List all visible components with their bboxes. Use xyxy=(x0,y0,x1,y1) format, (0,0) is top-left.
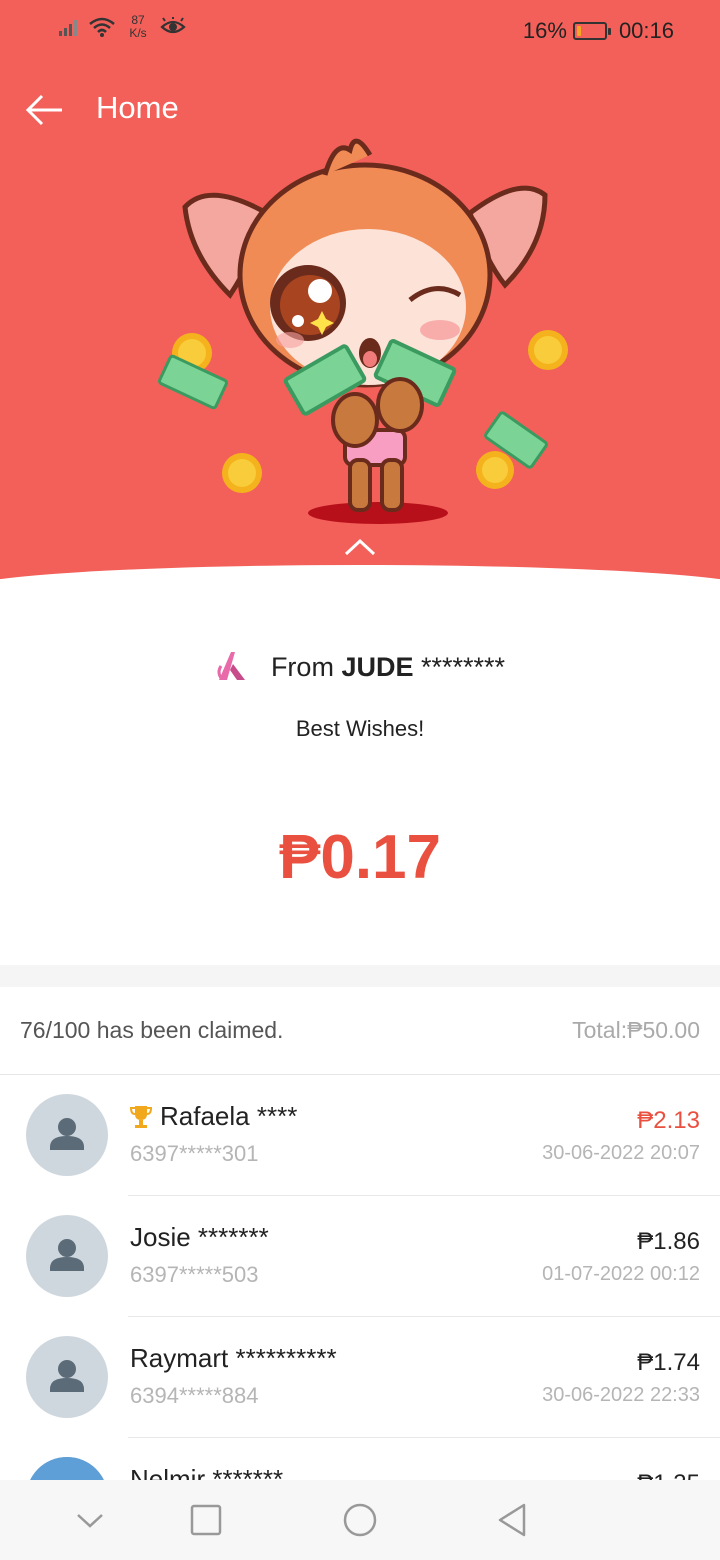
sender-logo-icon xyxy=(217,652,245,680)
header-banner: 87 K/s 16% 00:16 Home xyxy=(0,0,720,600)
avatar-photo xyxy=(26,1457,108,1480)
system-navigation-bar xyxy=(0,1480,720,1560)
claim-summary: 76/100 has been claimed. Total:₱50.00 xyxy=(0,987,720,1075)
claimer-name: Raymart ********** xyxy=(130,1343,337,1373)
avatar xyxy=(26,1215,108,1297)
top-navigation: Home xyxy=(0,80,720,140)
claim-amount: ₱1.86 xyxy=(637,1228,700,1255)
list-item[interactable]: Josie ******* 6397*****503 ₱1.86 01-07-2… xyxy=(0,1196,720,1317)
status-left: 87 K/s xyxy=(58,14,186,40)
claimer-phone: 6397*****503 xyxy=(130,1262,259,1287)
landscape-photo-icon xyxy=(26,1457,108,1480)
list-item[interactable]: Nelmir ******* ₱1.35 xyxy=(0,1438,720,1480)
battery-percent: 16% xyxy=(522,18,567,43)
back-label[interactable]: Home xyxy=(96,90,179,126)
signal-icon xyxy=(59,20,77,36)
list-item[interactable]: Raymart ********** 6394*****884 ₱1.74 30… xyxy=(0,1317,720,1438)
claim-date: 30-06-2022 22:33 xyxy=(542,1384,700,1406)
list-item[interactable]: Rafaela **** 6397*****301 ₱2.13 30-06-20… xyxy=(0,1075,720,1196)
claimed-count: 76/100 has been claimed. xyxy=(20,1017,284,1043)
battery-level xyxy=(576,26,581,36)
back-triangle-icon[interactable] xyxy=(492,1500,532,1540)
claim-amount: ₱1.74 xyxy=(637,1349,700,1376)
claim-list[interactable]: Rafaela **** 6397*****301 ₱2.13 30-06-20… xyxy=(0,1075,720,1480)
claimer-name: Josie ******* xyxy=(130,1222,269,1252)
sender-prefix: From xyxy=(270,651,334,682)
status-bar: 87 K/s 16% 00:16 xyxy=(0,0,720,62)
claimer-name: Nelmir ******* xyxy=(130,1464,284,1480)
mascot-illustration xyxy=(158,138,568,524)
total-amount: Total:₱50.00 xyxy=(572,1017,700,1043)
eye-icon xyxy=(160,17,186,34)
user-icon xyxy=(50,1239,84,1271)
claim-date: 30-06-2022 20:07 xyxy=(542,1142,700,1164)
wifi-icon xyxy=(89,17,115,37)
back-arrow-icon[interactable] xyxy=(22,88,66,132)
chevron-up-icon[interactable] xyxy=(343,537,377,557)
battery-icon xyxy=(572,22,611,40)
sender-info: From JUDE ******** xyxy=(0,650,720,684)
user-icon xyxy=(50,1360,84,1392)
network-speed: 87 K/s xyxy=(124,14,152,40)
claimer-phone: 6397*****301 xyxy=(130,1141,259,1166)
chevron-down-icon[interactable] xyxy=(70,1500,110,1540)
claimer-name-text: Rafaela **** xyxy=(160,1101,298,1131)
clock: 00:16 xyxy=(618,18,674,43)
trophy-icon xyxy=(130,1105,152,1128)
greeting-message: Best Wishes! xyxy=(295,716,425,741)
header-curve xyxy=(0,565,720,600)
received-amount: ₱0.17 xyxy=(278,823,442,892)
sender-name: JUDE xyxy=(341,651,414,682)
claim-amount: ₱1.35 xyxy=(637,1470,700,1480)
network-speed-unit: K/s xyxy=(129,26,147,40)
sender-line: From JUDE ******** xyxy=(271,652,505,683)
recent-apps-icon[interactable] xyxy=(186,1500,226,1540)
user-icon xyxy=(50,1118,84,1150)
home-circle-icon[interactable] xyxy=(340,1500,380,1540)
avatar xyxy=(26,1336,108,1418)
status-right: 16% 00:16 xyxy=(523,18,674,44)
sender-mask: ******** xyxy=(421,651,506,682)
claimer-phone: 6394*****884 xyxy=(130,1383,259,1408)
claimer-name: Rafaela **** xyxy=(130,1101,297,1132)
avatar xyxy=(26,1094,108,1176)
section-divider xyxy=(0,965,720,987)
claim-amount: ₱2.13 xyxy=(637,1107,700,1134)
claim-date: 01-07-2022 00:12 xyxy=(542,1263,700,1285)
